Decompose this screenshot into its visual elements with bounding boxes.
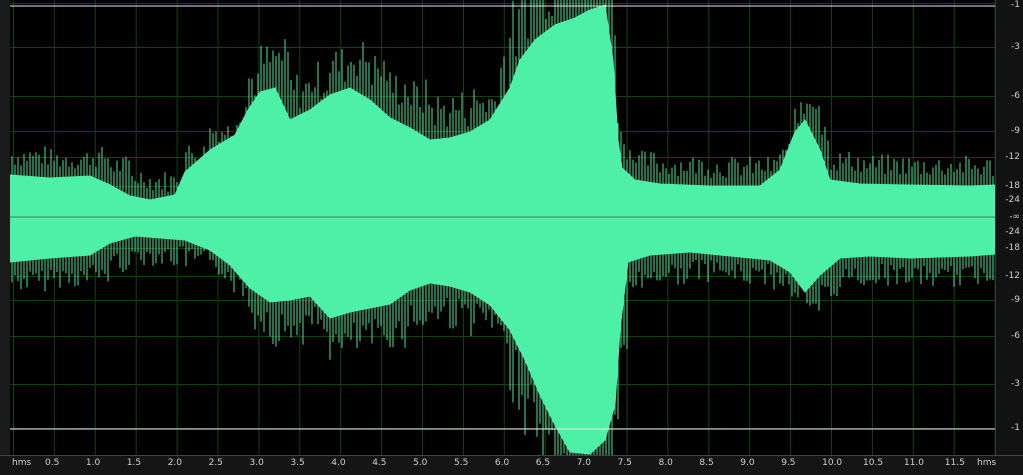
time-tick-label: 1.5 bbox=[126, 458, 142, 468]
db-tick-label: -6 bbox=[1011, 91, 1020, 101]
time-tick-label: 3.5 bbox=[290, 458, 305, 468]
time-tick-label: 7.5 bbox=[617, 458, 632, 468]
db-tick-label: -∞ bbox=[1009, 212, 1020, 222]
db-tick-label: -9 bbox=[1011, 126, 1020, 136]
time-tick-label: 11.0 bbox=[903, 458, 924, 468]
waveform-canvas[interactable] bbox=[10, 0, 996, 455]
db-tick-label: -9 bbox=[1011, 295, 1020, 305]
db-tick-label: -12 bbox=[1005, 271, 1020, 281]
db-tick-label: -1 bbox=[1011, 0, 1020, 10]
time-unit-right: hms bbox=[977, 458, 997, 468]
time-tick-label: 6.0 bbox=[494, 458, 510, 468]
time-tick-label: 7.0 bbox=[576, 458, 592, 468]
db-tick-label: -1 bbox=[1011, 423, 1020, 433]
time-tick-label: 4.5 bbox=[372, 458, 387, 468]
time-tick-label: 9.0 bbox=[740, 458, 755, 468]
db-tick-label: -24 bbox=[1005, 195, 1020, 205]
time-tick-label: 1.0 bbox=[85, 458, 101, 468]
time-tick-label: 0.5 bbox=[45, 458, 60, 468]
time-unit-left: hms bbox=[12, 458, 32, 468]
db-tick-label: -18 bbox=[1005, 181, 1020, 191]
time-tick-label: 2.5 bbox=[208, 458, 223, 468]
time-tick-label: 2.0 bbox=[167, 458, 183, 468]
time-tick-label: 5.5 bbox=[454, 458, 469, 468]
time-tick-label: 8.5 bbox=[699, 458, 714, 468]
time-tick-label: 9.5 bbox=[781, 458, 796, 468]
decibel-ruler: -1 -3 -6 -9 -12 -18 -24 -∞ -24 -18 -12 -9 -6 -3 -1 bbox=[995, 0, 1023, 455]
time-tick-label: 3.0 bbox=[249, 458, 264, 468]
time-tick-label: 6.5 bbox=[535, 458, 551, 468]
time-tick-label: 5.0 bbox=[413, 458, 428, 468]
db-tick-label: -6 bbox=[1011, 331, 1020, 341]
db-tick-label: -3 bbox=[1011, 379, 1020, 389]
waveform-shape bbox=[10, 4, 996, 455]
db-tick-label: -24 bbox=[1005, 227, 1020, 237]
time-tick-label: 10.5 bbox=[863, 458, 884, 468]
db-tick-label: -3 bbox=[1011, 42, 1020, 52]
db-tick-label: -12 bbox=[1005, 152, 1020, 162]
time-tick-label: 8.0 bbox=[658, 458, 673, 468]
waveform-display[interactable] bbox=[10, 0, 996, 455]
audio-editor-waveform-panel: -1 -3 -6 -9 -12 -18 -24 -∞ -24 -18 -12 -9 -6 -3 -1 hms… bbox=[0, 0, 1023, 475]
time-tick-label: 4.0 bbox=[331, 458, 346, 468]
time-tick-label: 11.5 bbox=[944, 458, 965, 468]
db-tick-label: -18 bbox=[1005, 243, 1020, 253]
timeline-ruler[interactable]: hms hms 0.5 1.0 1.5 2.0 2.5 3.0 3.5 4.0 4.5 5.0 5.… bbox=[0, 455, 1023, 475]
time-tick-label: 10.0 bbox=[822, 458, 843, 468]
